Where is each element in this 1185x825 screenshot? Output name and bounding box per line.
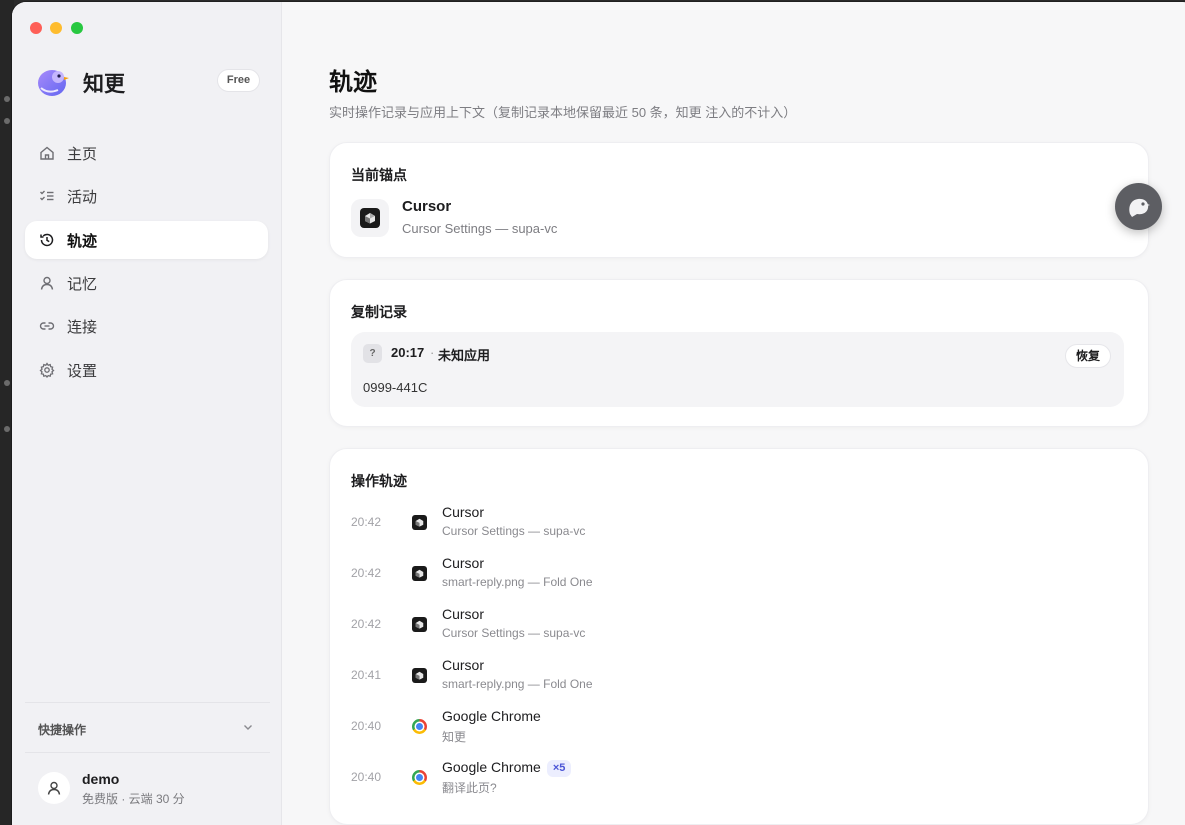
plan-badge[interactable]: Free: [217, 69, 260, 92]
trail-time: 20:40: [351, 719, 382, 733]
trail-row[interactable]: 20:42 Cursor smart-reply.png — Fold One: [351, 555, 1121, 599]
history-icon: [39, 232, 55, 248]
trail-app-name: Cursor: [442, 657, 485, 673]
gear-icon: [39, 362, 55, 378]
sidebar-item-label: 记忆: [67, 275, 98, 293]
clipboard-text: 0999-441C: [363, 380, 428, 395]
robin-logo-icon: [38, 70, 69, 96]
trail-app-name: Cursor: [442, 606, 485, 622]
clipboard-app: 未知应用: [438, 348, 491, 363]
chevron-down-icon[interactable]: [242, 721, 254, 733]
trail-app-name: Google Chrome: [442, 759, 541, 775]
sidebar-item-memory[interactable]: 记忆: [25, 264, 268, 302]
page-title: 轨迹: [329, 69, 377, 96]
unknown-app-icon: ?: [363, 344, 382, 363]
close-window-button[interactable]: [30, 22, 42, 34]
sidebar-item-label: 主页: [67, 145, 98, 163]
chrome-icon: [412, 770, 427, 785]
trail-time: 20:41: [351, 668, 382, 682]
cursor-app-icon: [351, 199, 389, 237]
user-plan: 免费版 · 云端 30 分: [82, 792, 185, 806]
trail-app-name: Cursor: [442, 555, 485, 571]
trail-app-name: Google Chrome: [442, 708, 541, 724]
cursor-app-icon: [412, 617, 427, 632]
trail-time: 20:42: [351, 617, 382, 631]
minimize-window-button[interactable]: [50, 22, 62, 34]
trail-window-title: 知更: [442, 730, 467, 744]
card-title: 复制记录: [351, 304, 407, 320]
cursor-app-icon: [412, 668, 427, 683]
card-title: 操作轨迹: [351, 473, 407, 489]
anchor-window-title: Cursor Settings — supa-vc: [402, 221, 558, 236]
zoom-window-button[interactable]: [71, 22, 83, 34]
sidebar-item-label: 轨迹: [67, 232, 98, 250]
link-icon: [39, 318, 55, 334]
trail-row[interactable]: 20:41 Cursor smart-reply.png — Fold One: [351, 657, 1121, 701]
trail-app-name: Cursor: [442, 504, 485, 520]
user-icon: [39, 275, 55, 291]
operation-trail-card: 操作轨迹 20:42 Cursor Cursor Settings — supa…: [329, 448, 1149, 825]
trail-time: 20:40: [351, 770, 382, 784]
quick-actions-toggle[interactable]: 快捷操作: [38, 721, 86, 738]
current-anchor-card: 当前锚点 Cursor Cursor Settings — supa-vc: [329, 142, 1149, 258]
trail-row[interactable]: 20:40 Google Chrome ×5 翻译此页?: [351, 759, 1121, 803]
page-subtitle: 实时操作记录与应用上下文（复制记录本地保留最近 50 条，知更 注入的不计入）: [329, 105, 797, 120]
sidebar-item-activity[interactable]: 活动: [25, 177, 268, 215]
anchor-app-name: Cursor: [402, 198, 452, 215]
restore-button[interactable]: 恢复: [1064, 344, 1111, 368]
cursor-app-icon: [412, 566, 427, 581]
sidebar: 知更 Free 主页 活动 轨迹 记忆 连接 设置 快捷操作 demo 免费版 …: [12, 2, 282, 825]
desktop-dot: [4, 96, 10, 102]
separator: ·: [430, 345, 435, 360]
user-icon: [47, 781, 61, 795]
sidebar-item-connections[interactable]: 连接: [25, 307, 268, 345]
sidebar-item-home[interactable]: 主页: [25, 134, 268, 172]
robin-bubble-icon: [1128, 198, 1150, 217]
desktop-dot: [4, 380, 10, 386]
sidebar-divider: [25, 702, 270, 703]
user-name[interactable]: demo: [82, 771, 119, 787]
trail-app-name-line: Google Chrome ×5: [442, 759, 572, 777]
main-content: 轨迹 实时操作记录与应用上下文（复制记录本地保留最近 50 条，知更 注入的不计…: [283, 2, 1185, 825]
trail-window-title: Cursor Settings — supa-vc: [442, 524, 586, 538]
trail-row[interactable]: 20:40 Google Chrome 知更: [351, 708, 1121, 752]
count-badge: ×5: [546, 760, 572, 777]
chrome-icon: [412, 719, 427, 734]
desktop-dot: [4, 118, 10, 124]
card-title: 当前锚点: [351, 167, 407, 183]
clipboard-time: 20:17: [391, 345, 425, 360]
clipboard-item[interactable]: ? 20:17 · 未知应用 恢复 0999-441C: [351, 332, 1124, 407]
trail-time: 20:42: [351, 515, 382, 529]
cursor-app-icon: [412, 515, 427, 530]
trail-window-title: smart-reply.png — Fold One: [442, 677, 593, 691]
checklist-icon: [39, 188, 55, 204]
trail-window-title: smart-reply.png — Fold One: [442, 575, 593, 589]
trail-time: 20:42: [351, 566, 382, 580]
avatar[interactable]: [38, 772, 70, 804]
desktop-dot: [4, 426, 10, 432]
sidebar-divider: [25, 752, 270, 753]
app-name: 知更: [83, 73, 125, 96]
trail-window-title: 翻译此页?: [442, 781, 497, 795]
floating-assistant-button[interactable]: [1115, 183, 1162, 230]
trail-window-title: Cursor Settings — supa-vc: [442, 626, 586, 640]
app-window: 知更 Free 主页 活动 轨迹 记忆 连接 设置 快捷操作 demo 免费版 …: [12, 2, 1185, 825]
sidebar-item-trail[interactable]: 轨迹: [25, 221, 268, 259]
trail-row[interactable]: 20:42 Cursor Cursor Settings — supa-vc: [351, 504, 1121, 548]
sidebar-item-label: 设置: [67, 362, 98, 380]
sidebar-item-label: 连接: [67, 318, 98, 336]
home-icon: [39, 145, 55, 161]
sidebar-item-settings[interactable]: 设置: [25, 351, 268, 389]
trail-row[interactable]: 20:42 Cursor Cursor Settings — supa-vc: [351, 606, 1121, 650]
clipboard-card: 复制记录 ? 20:17 · 未知应用 恢复 0999-441C: [329, 279, 1149, 427]
sidebar-item-label: 活动: [67, 188, 98, 206]
